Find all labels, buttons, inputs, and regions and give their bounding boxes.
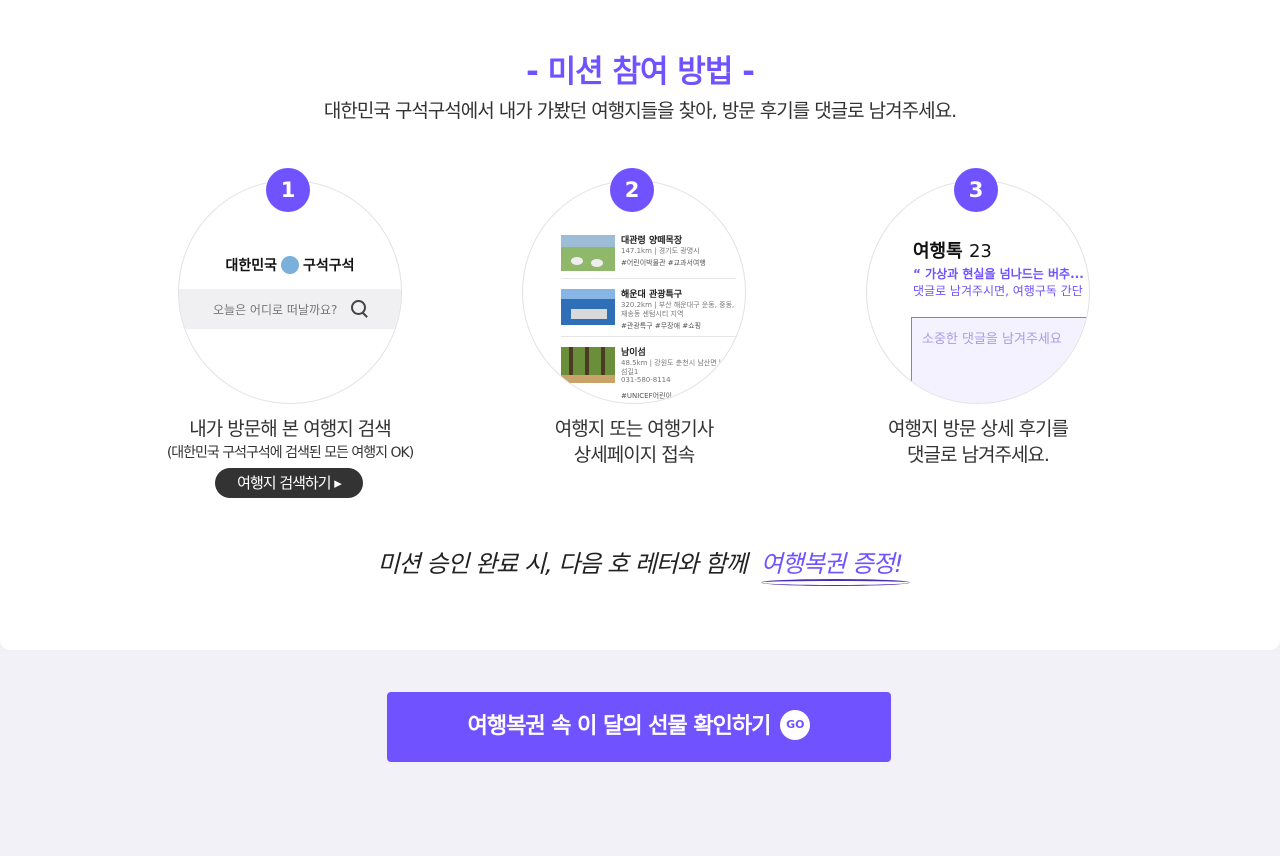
- talk-count: 23: [968, 241, 992, 262]
- list-item: 해운대 관광특구 320.2km | 부산 해운대구 운동, 중동, 재송동 센…: [561, 287, 745, 339]
- item-title: 남이섬: [621, 348, 646, 358]
- talk-label: 여행톡: [913, 241, 963, 262]
- comment-input-mock: 소중한 댓글을 남겨주세요: [911, 317, 1089, 403]
- step-caption-line1: 여행지 또는 여행기사: [554, 418, 714, 440]
- item-phone: 031-580-8114: [621, 376, 671, 384]
- go-icon: GO: [780, 710, 811, 740]
- step-caption-line2: 상세페이지 접속: [573, 444, 695, 466]
- highlight-underline: [760, 579, 911, 586]
- brand-right-text: 구석구석: [303, 258, 355, 274]
- beach-thumbnail: [561, 289, 615, 325]
- brand-left-text: 대한민국: [225, 258, 277, 274]
- list-item: 남이섬 48.5km | 강원도 춘천시 남산면 남 섬길1 031-580-8…: [561, 345, 745, 400]
- item-tags: #UNICEF어린이: [621, 392, 672, 400]
- talk-header: 여행톡 23: [913, 237, 992, 263]
- mission-card: - 미션 참여 방법 - 대한민국 구석구석에서 내가 가봤던 여행지들을 찾아…: [0, 0, 1280, 650]
- step-number-badge: 2: [610, 168, 654, 212]
- logo-icon: [281, 256, 299, 274]
- item-title: 대관령 양떼목장: [621, 236, 683, 246]
- item-info: 147.1km | 경기도 광명시: [621, 247, 700, 255]
- step-caption-small: (대한민국 구석구석에 검색된 모든 여행지 OK): [166, 445, 414, 461]
- divider: [561, 278, 736, 279]
- mission-note-highlight: 여행복권 증정!: [760, 550, 911, 586]
- item-info-line2: 재송동 센텀시티 지역: [621, 310, 684, 318]
- section-subtitle: 대한민국 구석구석에서 내가 가봤던 여행지들을 찾아, 방문 후기를 댓글로 …: [323, 100, 957, 122]
- divider: [561, 336, 736, 337]
- step-caption-line2: 댓글로 남겨주세요.: [907, 444, 1050, 466]
- destination-search-button[interactable]: 여행지 검색하기 ▸: [215, 468, 363, 498]
- search-icon: [351, 300, 366, 315]
- item-tags: #어린이박물관 #교과서여행: [621, 259, 706, 267]
- gift-check-button[interactable]: 여행복권 속 이 달의 선물 확인하기 GO: [387, 692, 891, 762]
- step-illustration: 여행톡 23 “ 가상과 현실을 넘나드는 버추... 댓글로 남겨주시면, 여…: [866, 180, 1090, 404]
- item-tags: #관광특구 #무장애 #쇼핑: [621, 322, 702, 330]
- mission-note-text: 미션 승인 완료 시, 다음 호 레터와 함께: [377, 550, 748, 578]
- step-illustration: 대관령 양떼목장 147.1km | 경기도 광명시 #어린이박물관 #교과서여…: [522, 180, 746, 404]
- step-caption: 내가 방문해 본 여행지 검색: [189, 418, 391, 440]
- sheep-farm-thumbnail: [561, 235, 615, 271]
- island-thumbnail: [561, 347, 615, 383]
- step-number-badge: 3: [954, 168, 998, 212]
- step-illustration: 대한민국 구석구석 오늘은 어디로 떠날까요?: [178, 180, 402, 404]
- mock-search-bar: 오늘은 어디로 떠날까요?: [179, 289, 401, 329]
- brand-logo: 대한민국 구석구석: [179, 255, 401, 275]
- step-caption-line1: 여행지 방문 상세 후기를: [888, 418, 1069, 440]
- cta-label: 여행복권 속 이 달의 선물 확인하기: [467, 714, 772, 739]
- section-title: - 미션 참여 방법 -: [525, 54, 755, 90]
- mission-note: 미션 승인 완료 시, 다음 호 레터와 함께 여행복권 증정!: [0, 544, 1280, 586]
- item-title: 해운대 관광특구: [621, 290, 683, 300]
- highlight-text: 여행복권 증정!: [760, 550, 904, 578]
- comment-quote-sub: 댓글로 남겨주시면, 여행구독 간단: [913, 284, 1083, 298]
- comment-quote: “ 가상과 현실을 넘나드는 버추...: [913, 267, 1084, 281]
- comment-placeholder: 소중한 댓글을 남겨주세요: [922, 332, 1062, 347]
- search-placeholder: 오늘은 어디로 떠날까요?: [213, 303, 338, 317]
- step-number-badge: 1: [266, 168, 310, 212]
